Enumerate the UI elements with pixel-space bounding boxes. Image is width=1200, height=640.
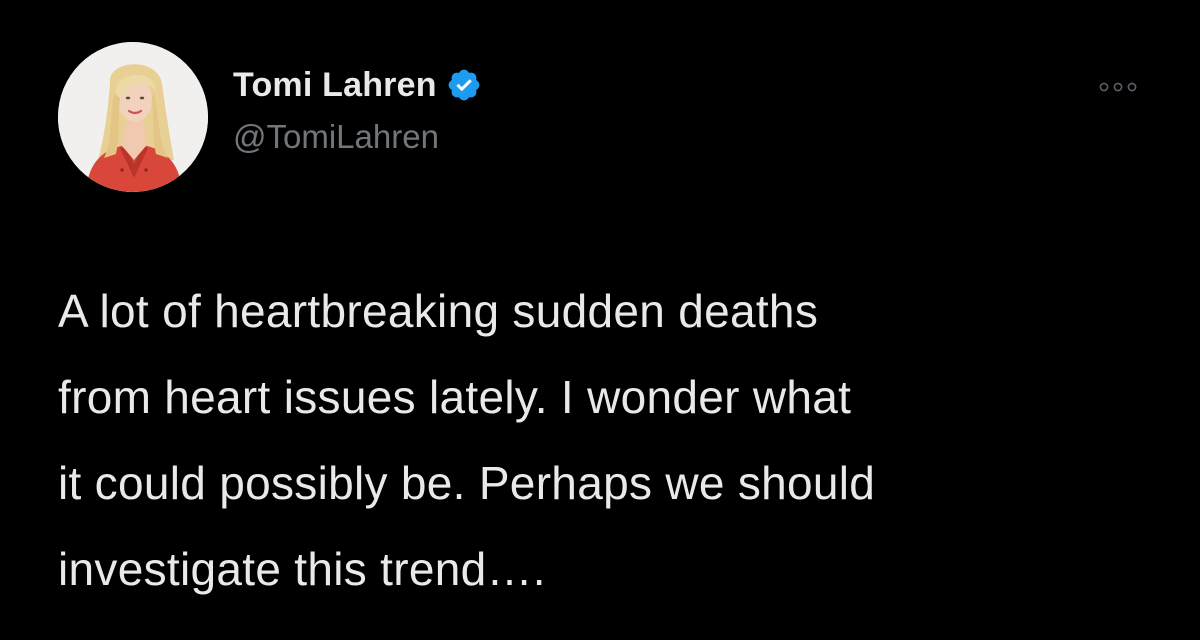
profile-photo-icon [58,42,208,192]
author-name-row: Tomi Lahren [233,62,482,108]
tweet-text-line: it could possibly be. Perhaps we should [58,457,876,509]
more-options-button[interactable] [1090,70,1146,104]
tweet-text-line: A lot of heartbreaking sudden deaths [58,285,819,337]
tweet-card: Tomi Lahren @TomiLahren A lot of heartbr… [0,0,1200,640]
tweet-text-line: from heart issues lately. I wonder what [58,371,852,423]
tweet-text-line: investigate this trend…. [58,543,546,595]
verified-badge-icon [446,67,482,103]
author-handle[interactable]: @TomiLahren [233,118,482,156]
more-horizontal-icon [1099,82,1137,92]
tweet-author: Tomi Lahren @TomiLahren [233,62,482,156]
author-display-name[interactable]: Tomi Lahren [233,66,437,105]
tweet-text: A lot of heartbreaking sudden deaths fro… [58,268,1178,612]
avatar[interactable] [58,42,208,192]
